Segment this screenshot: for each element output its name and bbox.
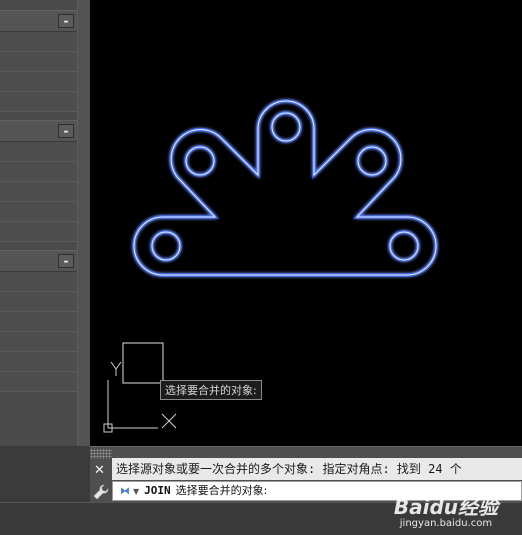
property-row[interactable]: [0, 182, 77, 202]
property-row[interactable]: [0, 52, 77, 72]
command-history: 选择源对象或要一次合并的多个对象: 指定对角点: 找到 24 个: [112, 458, 522, 480]
property-row[interactable]: [0, 372, 77, 392]
cursor-tooltip: 选择要合并的对象:: [160, 380, 262, 400]
drawing-canvas[interactable]: 选择要合并的对象:: [90, 0, 522, 446]
watermark-site: jingyan.baidu.com: [399, 518, 493, 529]
command-prompt-icon[interactable]: ⧓: [120, 486, 130, 497]
drawing-svg: [103, 99, 438, 433]
watermark-logo: Baidu经验 jingyan.baidu.com: [394, 491, 498, 529]
property-row[interactable]: [0, 92, 77, 112]
collapse-button-1[interactable]: -: [58, 14, 74, 28]
properties-palette: - - -: [0, 0, 90, 446]
watermark-brand: Baidu经验: [393, 495, 498, 519]
property-row[interactable]: [0, 72, 77, 92]
command-prompt-text: 选择要合并的对象:: [175, 484, 268, 497]
status-bar: Baidu经验 jingyan.baidu.com: [0, 495, 522, 535]
wrench-icon[interactable]: [93, 484, 109, 500]
property-row[interactable]: [0, 222, 77, 242]
chevron-down-icon[interactable]: ▼: [133, 487, 139, 496]
property-row[interactable]: [0, 292, 77, 312]
command-name: JOIN: [144, 484, 171, 497]
property-row[interactable]: [0, 142, 77, 162]
pickbox-cursor: [122, 342, 164, 384]
property-row[interactable]: [0, 162, 77, 182]
property-row[interactable]: [0, 272, 77, 292]
palette-section-header-2[interactable]: -: [0, 120, 77, 142]
property-row[interactable]: [0, 352, 77, 372]
collapse-button-3[interactable]: -: [58, 254, 74, 268]
palette-edge[interactable]: [77, 0, 90, 446]
property-row[interactable]: [0, 312, 77, 332]
property-row[interactable]: [0, 32, 77, 52]
palette-section-header-3[interactable]: -: [0, 250, 77, 272]
property-row[interactable]: [0, 202, 77, 222]
collapse-button-2[interactable]: -: [58, 124, 74, 138]
grip-handle[interactable]: [90, 449, 112, 459]
property-row[interactable]: [0, 332, 77, 352]
close-icon[interactable]: ✕: [94, 463, 105, 478]
selected-part-outline[interactable]: [132, 99, 438, 277]
palette-section-header-1[interactable]: -: [0, 10, 77, 32]
